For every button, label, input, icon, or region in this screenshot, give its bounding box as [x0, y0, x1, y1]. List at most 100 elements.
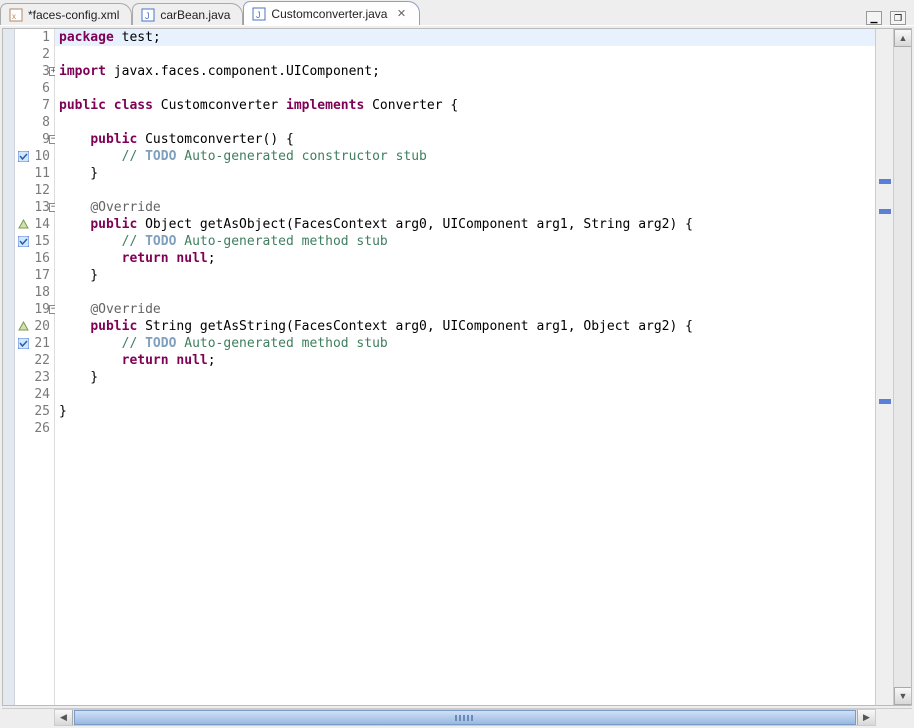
overview-marker[interactable]	[879, 209, 891, 214]
tab-carbean-java[interactable]: JcarBean.java	[132, 3, 243, 25]
code-token: public	[90, 217, 137, 232]
line-number: 8	[42, 115, 50, 130]
line-number: 6	[42, 81, 50, 96]
task-marker-icon[interactable]	[17, 338, 29, 350]
code-line[interactable]: }	[55, 403, 875, 420]
horizontal-scroll-thumb[interactable]	[74, 710, 856, 725]
overview-marker[interactable]	[879, 179, 891, 184]
gutter-row[interactable]: 13−	[15, 199, 54, 216]
code-token: TODO	[145, 234, 176, 249]
line-number: 2	[42, 47, 50, 62]
close-icon[interactable]: ✕	[395, 8, 407, 20]
maximize-button[interactable]: ❐	[890, 11, 906, 25]
line-number: 17	[34, 268, 50, 283]
scroll-down-button[interactable]: ▼	[894, 687, 912, 705]
code-line[interactable]: // TODO Auto-generated method stub	[55, 335, 875, 352]
gutter-row[interactable]: 21	[15, 335, 54, 352]
left-margin-strip	[3, 29, 15, 705]
code-line[interactable]: public String getAsString(FacesContext a…	[55, 318, 875, 335]
code-line[interactable]	[55, 182, 875, 199]
gutter-row[interactable]: 26	[15, 420, 54, 437]
gutter-row[interactable]: 9−	[15, 131, 54, 148]
code-line[interactable]: // TODO Auto-generated constructor stub	[55, 148, 875, 165]
code-token: }	[59, 404, 67, 419]
code-line[interactable]: @Override	[55, 199, 875, 216]
code-line[interactable]: public class Customconverter implements …	[55, 97, 875, 114]
line-number: 11	[34, 166, 50, 181]
override-marker-icon[interactable]	[17, 321, 29, 333]
code-token	[59, 302, 90, 317]
code-line[interactable]	[55, 46, 875, 63]
line-number: 15	[34, 234, 50, 249]
scroll-grip-icon	[455, 715, 475, 721]
horizontal-scrollbar[interactable]: ◀ ▶	[54, 709, 876, 726]
code-line[interactable]: // TODO Auto-generated method stub	[55, 233, 875, 250]
line-number: 23	[34, 370, 50, 385]
gutter-row[interactable]: 12	[15, 182, 54, 199]
line-number-gutter[interactable]: 123+6789−10111213−141516171819−202122232…	[15, 29, 55, 705]
gutter-row[interactable]: 6	[15, 80, 54, 97]
task-marker-icon[interactable]	[17, 236, 29, 248]
scroll-left-button[interactable]: ◀	[55, 710, 73, 725]
xml-file-icon: x	[9, 8, 23, 22]
editor-tabbar: x *faces-config.xml JcarBean.javaJCustomco…	[0, 0, 914, 26]
gutter-row[interactable]: 24	[15, 386, 54, 403]
code-line[interactable]: }	[55, 369, 875, 386]
svg-text:x: x	[12, 12, 16, 21]
code-line[interactable]	[55, 80, 875, 97]
tab-customconverter-java[interactable]: JCustomconverter.java✕	[243, 1, 420, 25]
task-marker-icon[interactable]	[17, 151, 29, 163]
tab-label: carBean.java	[160, 8, 230, 22]
code-line[interactable]: }	[55, 165, 875, 182]
scroll-up-button[interactable]: ▲	[894, 29, 912, 47]
gutter-row[interactable]: 18	[15, 284, 54, 301]
gutter-row[interactable]: 16	[15, 250, 54, 267]
gutter-row[interactable]: 19−	[15, 301, 54, 318]
code-line[interactable]	[55, 114, 875, 131]
gutter-row[interactable]: 17	[15, 267, 54, 284]
window-buttons: ▁ ❐	[866, 11, 914, 25]
code-token: TODO	[145, 336, 176, 351]
gutter-row[interactable]: 7	[15, 97, 54, 114]
code-token: }	[59, 370, 98, 385]
gutter-row[interactable]: 10	[15, 148, 54, 165]
gutter-row[interactable]: 8	[15, 114, 54, 131]
gutter-row[interactable]: 14	[15, 216, 54, 233]
code-token	[59, 251, 122, 266]
code-line[interactable]	[55, 420, 875, 437]
code-token: //	[122, 336, 145, 351]
code-line[interactable]: @Override	[55, 301, 875, 318]
code-line[interactable]: return null;	[55, 352, 875, 369]
vertical-scrollbar[interactable]: ▲ ▼	[893, 29, 911, 705]
overview-marker[interactable]	[879, 399, 891, 404]
code-token: null	[176, 251, 207, 266]
override-marker-icon[interactable]	[17, 219, 29, 231]
scroll-right-button[interactable]: ▶	[857, 710, 875, 725]
tab--faces-config-xml[interactable]: x *faces-config.xml	[0, 3, 132, 25]
overview-ruler[interactable]	[875, 29, 893, 705]
code-line[interactable]: package test;	[55, 29, 875, 46]
code-area[interactable]: package test; import javax.faces.componen…	[55, 29, 875, 705]
code-line[interactable]: return null;	[55, 250, 875, 267]
gutter-row[interactable]: 22	[15, 352, 54, 369]
gutter-row[interactable]: 1	[15, 29, 54, 46]
minimize-button[interactable]: ▁	[866, 11, 882, 25]
code-line[interactable]: public Customconverter() {	[55, 131, 875, 148]
tab-label: *faces-config.xml	[28, 8, 119, 22]
gutter-row[interactable]: 3+	[15, 63, 54, 80]
code-line[interactable]: import javax.faces.component.UIComponent…	[55, 63, 875, 80]
code-line[interactable]: public Object getAsObject(FacesContext a…	[55, 216, 875, 233]
line-number: 7	[42, 98, 50, 113]
gutter-row[interactable]: 2	[15, 46, 54, 63]
code-token: return	[122, 353, 169, 368]
line-number: 24	[34, 387, 50, 402]
gutter-row[interactable]: 25	[15, 403, 54, 420]
code-line[interactable]: }	[55, 267, 875, 284]
gutter-row[interactable]: 11	[15, 165, 54, 182]
line-number: 22	[34, 353, 50, 368]
gutter-row[interactable]: 20	[15, 318, 54, 335]
code-line[interactable]	[55, 386, 875, 403]
gutter-row[interactable]: 15	[15, 233, 54, 250]
code-line[interactable]	[55, 284, 875, 301]
gutter-row[interactable]: 23	[15, 369, 54, 386]
